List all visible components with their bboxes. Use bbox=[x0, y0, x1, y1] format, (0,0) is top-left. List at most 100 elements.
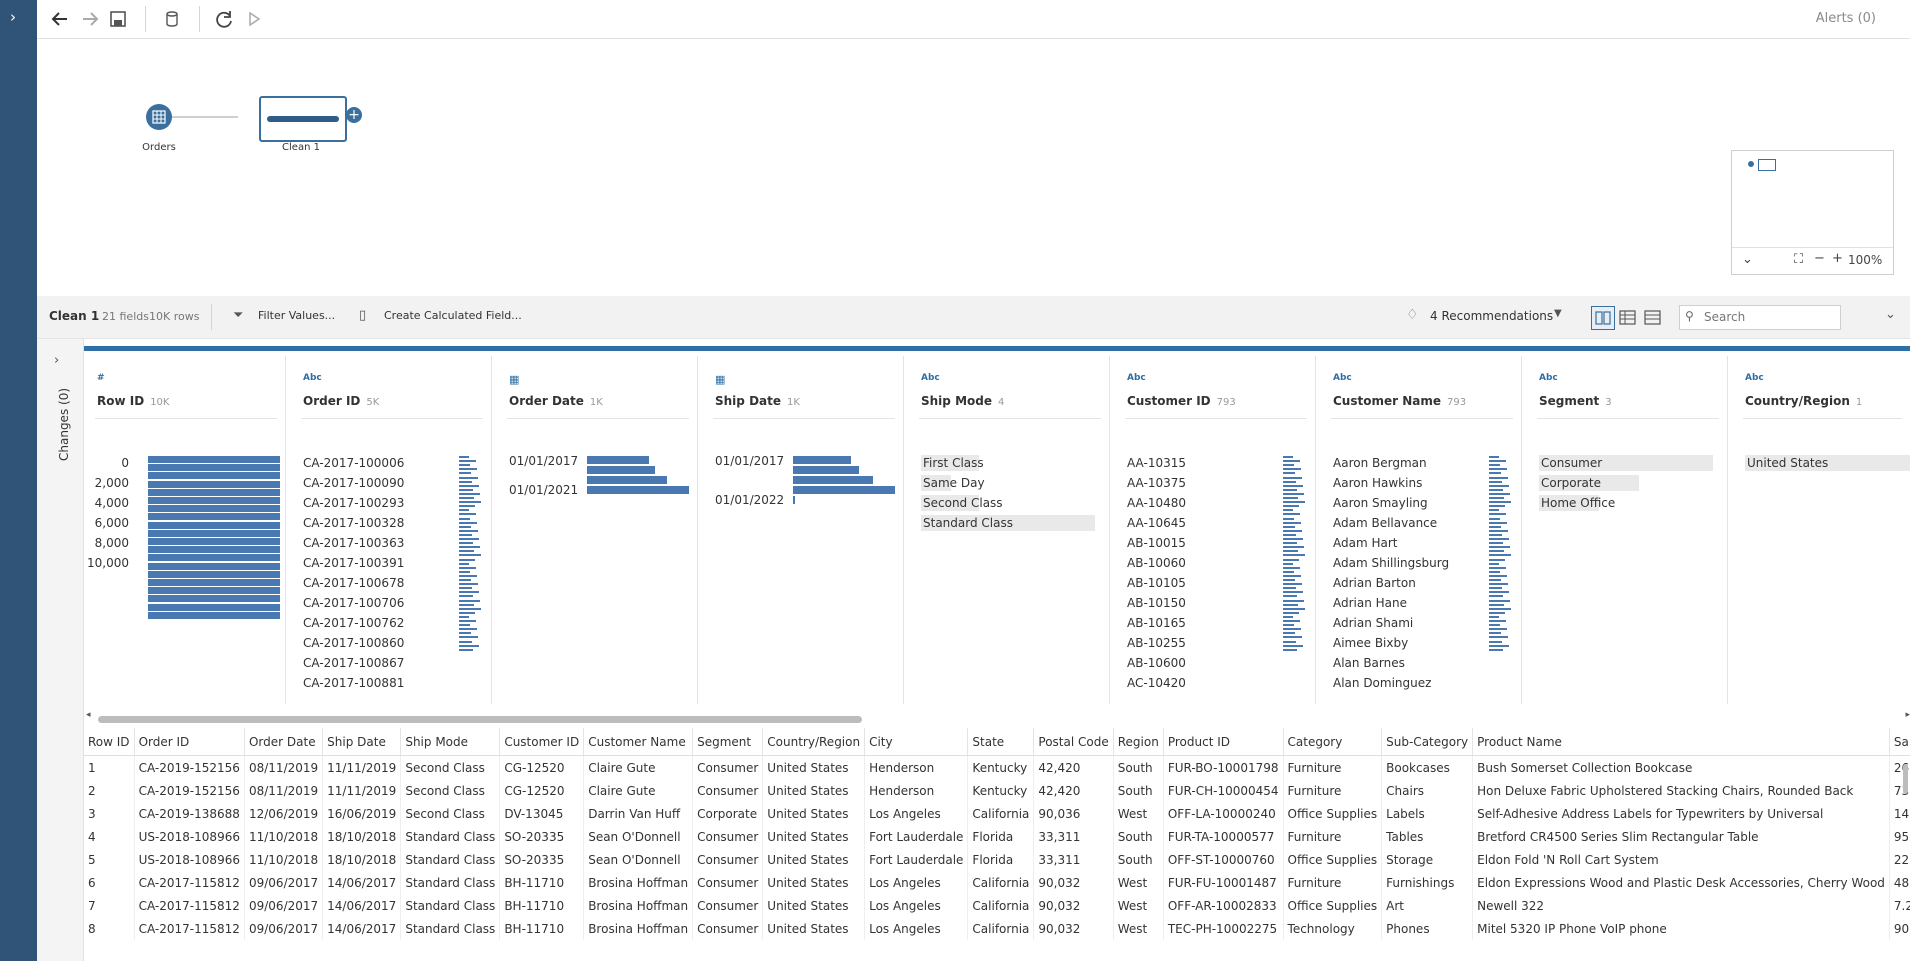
value-item[interactable]: CA-2017-100006 bbox=[303, 456, 404, 470]
list-view-icon[interactable] bbox=[1617, 307, 1639, 329]
data-source-icon[interactable] bbox=[161, 8, 183, 30]
table-cell[interactable]: Bush Somerset Collection Bookcase bbox=[1472, 755, 1890, 779]
table-cell[interactable]: Fort Lauderdale bbox=[864, 848, 969, 871]
table-cell[interactable]: Consumer bbox=[692, 871, 764, 894]
table-cell[interactable]: West bbox=[1113, 871, 1164, 894]
column-header[interactable]: Customer Name bbox=[583, 728, 694, 756]
value-item[interactable]: CA-2017-100867 bbox=[303, 656, 404, 670]
table-cell[interactable]: 90,032 bbox=[1033, 894, 1114, 917]
value-item[interactable]: CA-2017-100293 bbox=[303, 496, 404, 510]
column-header[interactable]: Postal Code bbox=[1033, 728, 1114, 756]
table-cell[interactable]: Mitel 5320 IP Phone VoIP phone bbox=[1472, 917, 1890, 940]
horizontal-scrollbar[interactable]: ◂ ▸ bbox=[86, 710, 1910, 723]
histogram-bar[interactable] bbox=[148, 529, 280, 537]
table-cell[interactable]: 90,032 bbox=[1033, 871, 1114, 894]
table-cell[interactable]: BH-11710 bbox=[499, 871, 585, 894]
create-calculated-field-button[interactable]: Create Calculated Field... bbox=[384, 309, 522, 322]
table-cell[interactable]: West bbox=[1113, 894, 1164, 917]
chevron-right-icon[interactable]: › bbox=[10, 8, 16, 26]
column-header[interactable]: Order Date bbox=[244, 728, 324, 756]
table-cell[interactable]: Sean O'Donnell bbox=[583, 825, 694, 848]
histogram-bar[interactable] bbox=[148, 505, 280, 513]
table-cell[interactable]: 4 bbox=[84, 825, 135, 848]
table-cell[interactable]: Bookcases bbox=[1381, 755, 1474, 779]
table-cell[interactable]: CA-2017-115812 bbox=[134, 917, 245, 940]
table-row[interactable]: 4 US-2018-108966 11/10/2018 18/10/2018 Stand… bbox=[84, 825, 1910, 848]
table-cell[interactable]: 3 bbox=[84, 802, 135, 825]
table-cell[interactable]: Claire Gute bbox=[583, 779, 694, 802]
changes-panel[interactable]: › Changes (0) bbox=[37, 339, 84, 961]
value-item[interactable]: Aaron Smayling bbox=[1333, 496, 1428, 510]
histogram-bar[interactable] bbox=[148, 488, 280, 496]
table-cell[interactable]: US-2018-108966 bbox=[134, 848, 245, 871]
table-cell[interactable]: Consumer bbox=[692, 825, 764, 848]
table-cell[interactable]: 7.28 bbox=[1889, 894, 1910, 917]
table-cell[interactable]: 09/06/2017 bbox=[244, 917, 324, 940]
value-item[interactable]: CA-2017-100391 bbox=[303, 556, 404, 570]
table-cell[interactable]: Florida bbox=[967, 825, 1035, 848]
chevron-right-icon[interactable]: › bbox=[54, 353, 59, 368]
table-cell[interactable]: Furnishings bbox=[1381, 871, 1474, 894]
table-cell[interactable]: 7 bbox=[84, 894, 135, 917]
value-item[interactable]: Aaron Bergman bbox=[1333, 456, 1427, 470]
table-cell[interactable]: OFF-LA-10000240 bbox=[1163, 802, 1284, 825]
table-cell[interactable]: Henderson bbox=[864, 755, 969, 779]
table-cell[interactable]: Furniture bbox=[1283, 755, 1383, 779]
table-cell[interactable]: FUR-FU-10001487 bbox=[1163, 871, 1284, 894]
value-item[interactable]: CA-2017-100706 bbox=[303, 596, 404, 610]
back-arrow-icon[interactable] bbox=[49, 8, 71, 30]
value-item[interactable]: AB-10255 bbox=[1127, 636, 1186, 650]
value-item[interactable]: CA-2017-100678 bbox=[303, 576, 404, 590]
value-item[interactable]: Alan Dominguez bbox=[1333, 676, 1431, 690]
scrollbar-thumb[interactable] bbox=[98, 716, 862, 723]
table-cell[interactable]: 11/10/2018 bbox=[244, 825, 324, 848]
table-cell[interactable]: CA-2019-138688 bbox=[134, 802, 245, 825]
table-cell[interactable]: 14/06/2017 bbox=[322, 917, 402, 940]
histogram-bar[interactable] bbox=[148, 554, 280, 562]
table-cell[interactable]: 14.62 bbox=[1889, 802, 1910, 825]
profile-card-customer-name[interactable]: Abc Customer Name 793 Aaron Bergman Aaron … bbox=[1321, 356, 1522, 704]
value-item[interactable]: AB-10600 bbox=[1127, 656, 1186, 670]
profile-card-ship-date[interactable]: ▦ Ship Date 1K 01/01/2017 01/01/2022 bbox=[703, 356, 904, 704]
table-cell[interactable]: TEC-PH-10002275 bbox=[1163, 917, 1284, 940]
table-cell[interactable]: United States bbox=[762, 802, 866, 825]
filter-icon[interactable]: ⏷ bbox=[233, 308, 243, 323]
histogram-bar[interactable] bbox=[148, 587, 280, 595]
table-row[interactable]: 8 CA-2017-115812 09/06/2017 14/06/2017 Stand… bbox=[84, 917, 1910, 940]
scroll-right-icon[interactable]: ▸ bbox=[1905, 710, 1910, 720]
chevron-down-icon[interactable]: ⌄ bbox=[1885, 307, 1896, 322]
table-cell[interactable]: California bbox=[967, 917, 1035, 940]
table-cell[interactable]: CA-2019-152156 bbox=[134, 755, 245, 779]
table-cell[interactable]: Storage bbox=[1381, 848, 1474, 871]
table-cell[interactable]: Consumer bbox=[692, 755, 764, 779]
fit-to-screen-icon[interactable]: ⛶ bbox=[1794, 252, 1803, 267]
zoom-in-icon[interactable]: + bbox=[1832, 251, 1843, 266]
table-cell[interactable]: Office Supplies bbox=[1283, 894, 1383, 917]
orders-node[interactable] bbox=[146, 104, 172, 130]
column-header[interactable]: Ship Mode bbox=[400, 728, 501, 756]
table-cell[interactable]: United States bbox=[762, 755, 866, 779]
table-cell[interactable]: Furniture bbox=[1283, 779, 1383, 802]
column-header[interactable]: Row ID bbox=[84, 728, 135, 756]
table-cell[interactable]: United States bbox=[762, 894, 866, 917]
column-header[interactable]: Product Name bbox=[1472, 728, 1890, 756]
value-item[interactable]: CA-2017-100860 bbox=[303, 636, 404, 650]
table-cell[interactable]: Corporate bbox=[692, 802, 764, 825]
table-cell[interactable]: Kentucky bbox=[967, 755, 1035, 779]
table-cell[interactable]: United States bbox=[762, 917, 866, 940]
table-cell[interactable]: Darrin Van Huff bbox=[583, 802, 694, 825]
zoom-out-icon[interactable]: − bbox=[1814, 251, 1825, 266]
table-cell[interactable]: Technology bbox=[1283, 917, 1383, 940]
value-item[interactable]: AB-10060 bbox=[1127, 556, 1186, 570]
table-cell[interactable]: 14/06/2017 bbox=[322, 871, 402, 894]
table-cell[interactable]: Standard Class bbox=[400, 848, 501, 871]
table-cell[interactable]: SO-20335 bbox=[499, 825, 585, 848]
column-header[interactable]: Country/Region bbox=[762, 728, 866, 756]
table-cell[interactable]: United States bbox=[762, 779, 866, 802]
column-header[interactable]: Segment bbox=[692, 728, 764, 756]
value-item[interactable]: Adrian Barton bbox=[1333, 576, 1416, 590]
clean-step-node[interactable] bbox=[259, 96, 347, 142]
value-item[interactable]: AA-10375 bbox=[1127, 476, 1186, 490]
table-cell[interactable]: CG-12520 bbox=[499, 779, 585, 802]
histogram-bar[interactable] bbox=[148, 521, 280, 529]
